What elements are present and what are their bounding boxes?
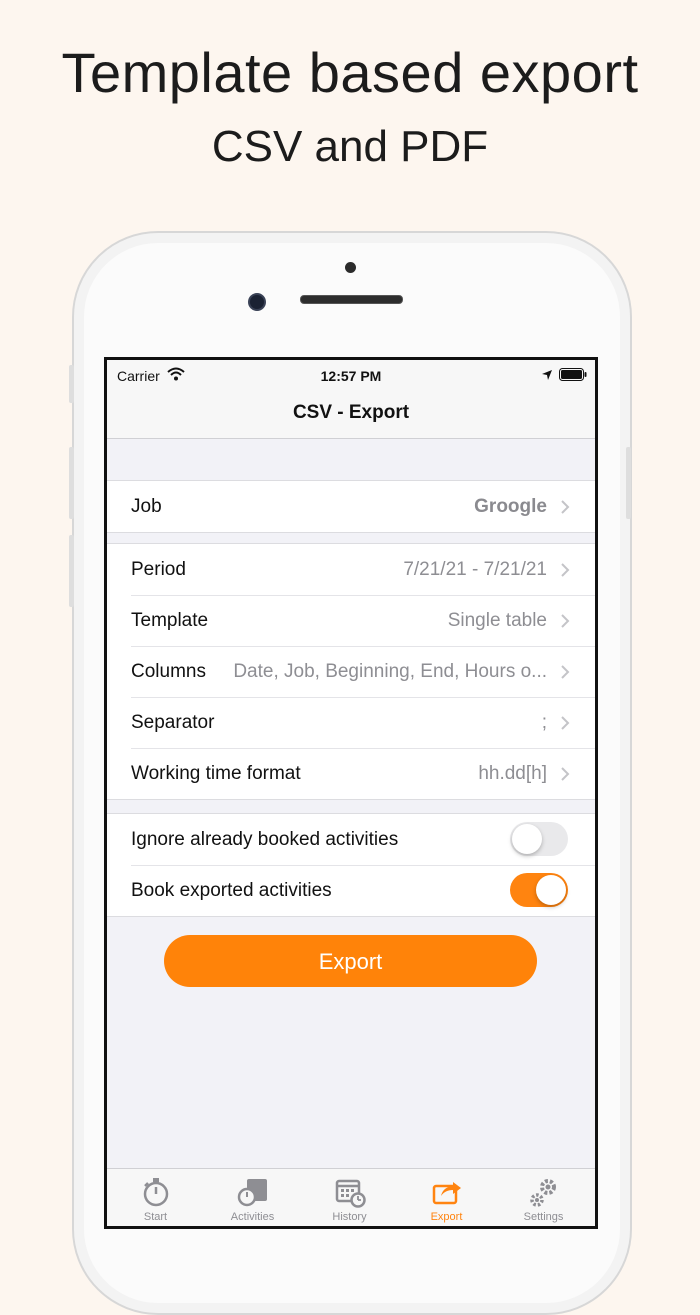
working-time-format-label: Working time format [131, 763, 301, 784]
job-row[interactable]: Job Groogle [107, 481, 595, 532]
book-exported-label: Book exported activities [131, 880, 332, 901]
chevron-right-icon [561, 767, 570, 781]
promo-subtitle: CSV and PDF [211, 122, 489, 171]
toggle-knob [512, 824, 542, 854]
template-label: Template [131, 610, 209, 631]
tab-label: History [332, 1211, 367, 1223]
working-time-format-row[interactable]: Working time format hh.dd[h] [107, 748, 595, 799]
ignore-booked-row: Ignore already booked activities [107, 814, 595, 865]
phone-camera [248, 293, 266, 311]
job-group: Job Groogle [107, 480, 595, 533]
columns-row[interactable]: Columns Date, Job, Beginning, End, Hours… [107, 646, 595, 697]
promo-title: Template based export [61, 41, 639, 104]
stopwatch-icon [143, 1178, 169, 1207]
template-row[interactable]: Template Single table [107, 595, 595, 646]
calendar-clock-icon [335, 1179, 366, 1208]
separator-value: ; [541, 712, 547, 733]
template-value: Single table [447, 610, 547, 631]
tab-label: Activities [230, 1211, 275, 1223]
export-options-group: Period 7/21/21 - 7/21/21 Template Single… [107, 543, 595, 800]
activities-icon [237, 1179, 267, 1207]
tab-start[interactable]: Start [107, 1169, 204, 1226]
working-time-format-value: hh.dd[h] [478, 763, 547, 784]
phone-power-button [626, 447, 631, 519]
toggle-knob [536, 875, 566, 905]
ignore-booked-label: Ignore already booked activities [131, 829, 399, 850]
job-value: Groogle [474, 496, 547, 517]
tab-activities[interactable]: Activities [204, 1169, 301, 1226]
app-screen: Carrier 12:57 PM CSV - Export Job Groogl… [104, 357, 598, 1229]
chevron-right-icon [561, 563, 570, 577]
share-export-icon [432, 1182, 461, 1205]
tab-label: Export [430, 1211, 463, 1223]
tab-label: Settings [523, 1211, 564, 1223]
navigation-bar: CSV - Export [107, 390, 595, 439]
phone-speaker [300, 295, 403, 304]
period-value: 7/21/21 - 7/21/21 [403, 559, 547, 580]
battery-icon [559, 368, 587, 381]
booking-toggles-group: Ignore already booked activities Book ex… [107, 813, 595, 917]
tab-label: Start [143, 1211, 168, 1223]
location-arrow-icon [542, 370, 552, 380]
page-title: CSV - Export [292, 402, 410, 423]
columns-label: Columns [131, 661, 206, 682]
book-exported-row: Book exported activities [107, 865, 595, 916]
book-exported-toggle[interactable] [510, 873, 568, 907]
separator-row[interactable]: Separator ; [107, 697, 595, 748]
chevron-right-icon [561, 500, 570, 514]
columns-value: Date, Job, Beginning, End, Hours o... [233, 661, 547, 682]
gears-icon [530, 1179, 556, 1207]
phone-volume-up [69, 447, 74, 519]
job-label: Job [131, 496, 162, 517]
tab-history[interactable]: History [301, 1169, 398, 1226]
separator-label: Separator [131, 712, 215, 733]
tab-settings[interactable]: Settings [495, 1169, 592, 1226]
ignore-booked-toggle[interactable] [510, 822, 568, 856]
chevron-right-icon [561, 665, 570, 679]
chevron-right-icon [561, 614, 570, 628]
period-label: Period [131, 559, 186, 580]
chevron-right-icon [561, 716, 570, 730]
status-bar: Carrier 12:57 PM [107, 360, 595, 390]
tab-bar: Start Activities History Export Settings [107, 1168, 595, 1226]
status-time: 12:57 PM [320, 368, 382, 384]
period-row[interactable]: Period 7/21/21 - 7/21/21 [107, 544, 595, 595]
tab-export[interactable]: Export [398, 1169, 495, 1226]
phone-side-button [69, 365, 74, 403]
phone-volume-down [69, 535, 74, 607]
phone-sensor [345, 262, 356, 273]
export-button[interactable]: Export [164, 935, 537, 987]
